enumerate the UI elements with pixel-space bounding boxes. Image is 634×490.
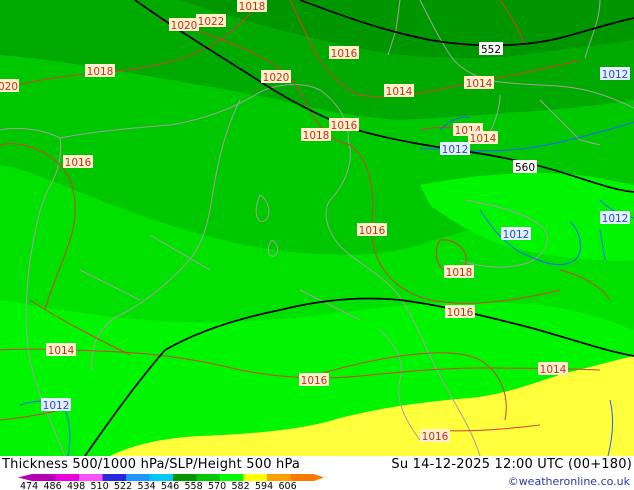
isobar-label: 1022	[198, 16, 225, 28]
weather-map: 552 560 1018 1022 1020 020 1018 1016 102…	[0, 0, 634, 456]
legend-swatch	[173, 474, 197, 481]
isobar-label-blue: 1012	[442, 144, 469, 156]
isobar-label: 1016	[359, 225, 386, 237]
isobar-label-blue: 1012	[602, 213, 629, 225]
legend-label: 474	[20, 481, 38, 490]
isobar-label: 1016	[331, 48, 358, 60]
credit-link[interactable]: ©weatheronline.co.uk	[508, 475, 630, 488]
legend-label: 522	[114, 481, 132, 490]
legend-label: 510	[91, 481, 109, 490]
legend-arrow-left	[18, 474, 32, 481]
legend-label: 558	[185, 481, 203, 490]
legend-swatch	[290, 474, 314, 481]
legend-label: 546	[161, 481, 179, 490]
isobar-label-blue: 1012	[43, 400, 70, 412]
isobar-label: 1020	[171, 20, 198, 32]
height-label-560: 560	[513, 160, 537, 174]
map-canvas: 552 560 1018 1022 1020 020 1018 1016 102…	[0, 0, 634, 456]
forecast-datetime: Su 14-12-2025 12:00 UTC (00+180)	[391, 457, 632, 472]
isobar-label: 1020	[263, 72, 290, 84]
isobar-label: 1014	[48, 345, 75, 357]
legend-label: 594	[255, 481, 273, 490]
isobar-label: 1014	[466, 78, 493, 90]
isobar-label: 1016	[331, 120, 358, 132]
isobar-label: 1016	[301, 375, 328, 387]
legend-swatch	[79, 474, 103, 481]
isobar-label-blue: 1012	[602, 69, 629, 81]
height-label-552: 552	[479, 42, 503, 56]
isobar-label: 020	[0, 81, 18, 93]
map-footer: Thickness 500/1000 hPa/SLP/Height 500 hP…	[0, 456, 634, 490]
legend-swatch	[32, 474, 56, 481]
isobar-label: 1018	[446, 267, 473, 279]
legend-label: 498	[67, 481, 85, 490]
isobar-label-blue: 1012	[503, 229, 530, 241]
height-label-560-text: 560	[515, 162, 535, 174]
legend-swatch	[55, 474, 79, 481]
isobar-label: 1018	[87, 66, 114, 78]
legend-label: 606	[279, 481, 297, 490]
legend-label: 534	[138, 481, 156, 490]
isobar-label: 1018	[239, 1, 266, 13]
legend-swatch	[220, 474, 244, 481]
color-scale-legend: 474 486 498 510 522 534 546 558 570 582 594 606	[18, 474, 324, 490]
isobar-label: 1016	[447, 307, 474, 319]
legend-arrow-right	[314, 474, 324, 481]
isobar-label: 1014	[540, 364, 567, 376]
isobar-label: 1014	[386, 86, 413, 98]
map-title: Thickness 500/1000 hPa/SLP/Height 500 hP…	[2, 457, 301, 472]
isobar-label: 1016	[65, 157, 92, 169]
height-label-552-text: 552	[481, 44, 501, 56]
legend-label: 486	[44, 481, 62, 490]
legend-swatch	[102, 474, 126, 481]
isobar-label: 1014	[470, 133, 497, 145]
legend-label: 582	[232, 481, 250, 490]
legend-swatch	[126, 474, 150, 481]
legend-swatch	[243, 474, 267, 481]
legend-label: 570	[208, 481, 226, 490]
legend-swatch	[149, 474, 173, 481]
isobar-label: 1018	[303, 130, 330, 142]
legend-swatch	[196, 474, 220, 481]
legend-swatch	[267, 474, 291, 481]
